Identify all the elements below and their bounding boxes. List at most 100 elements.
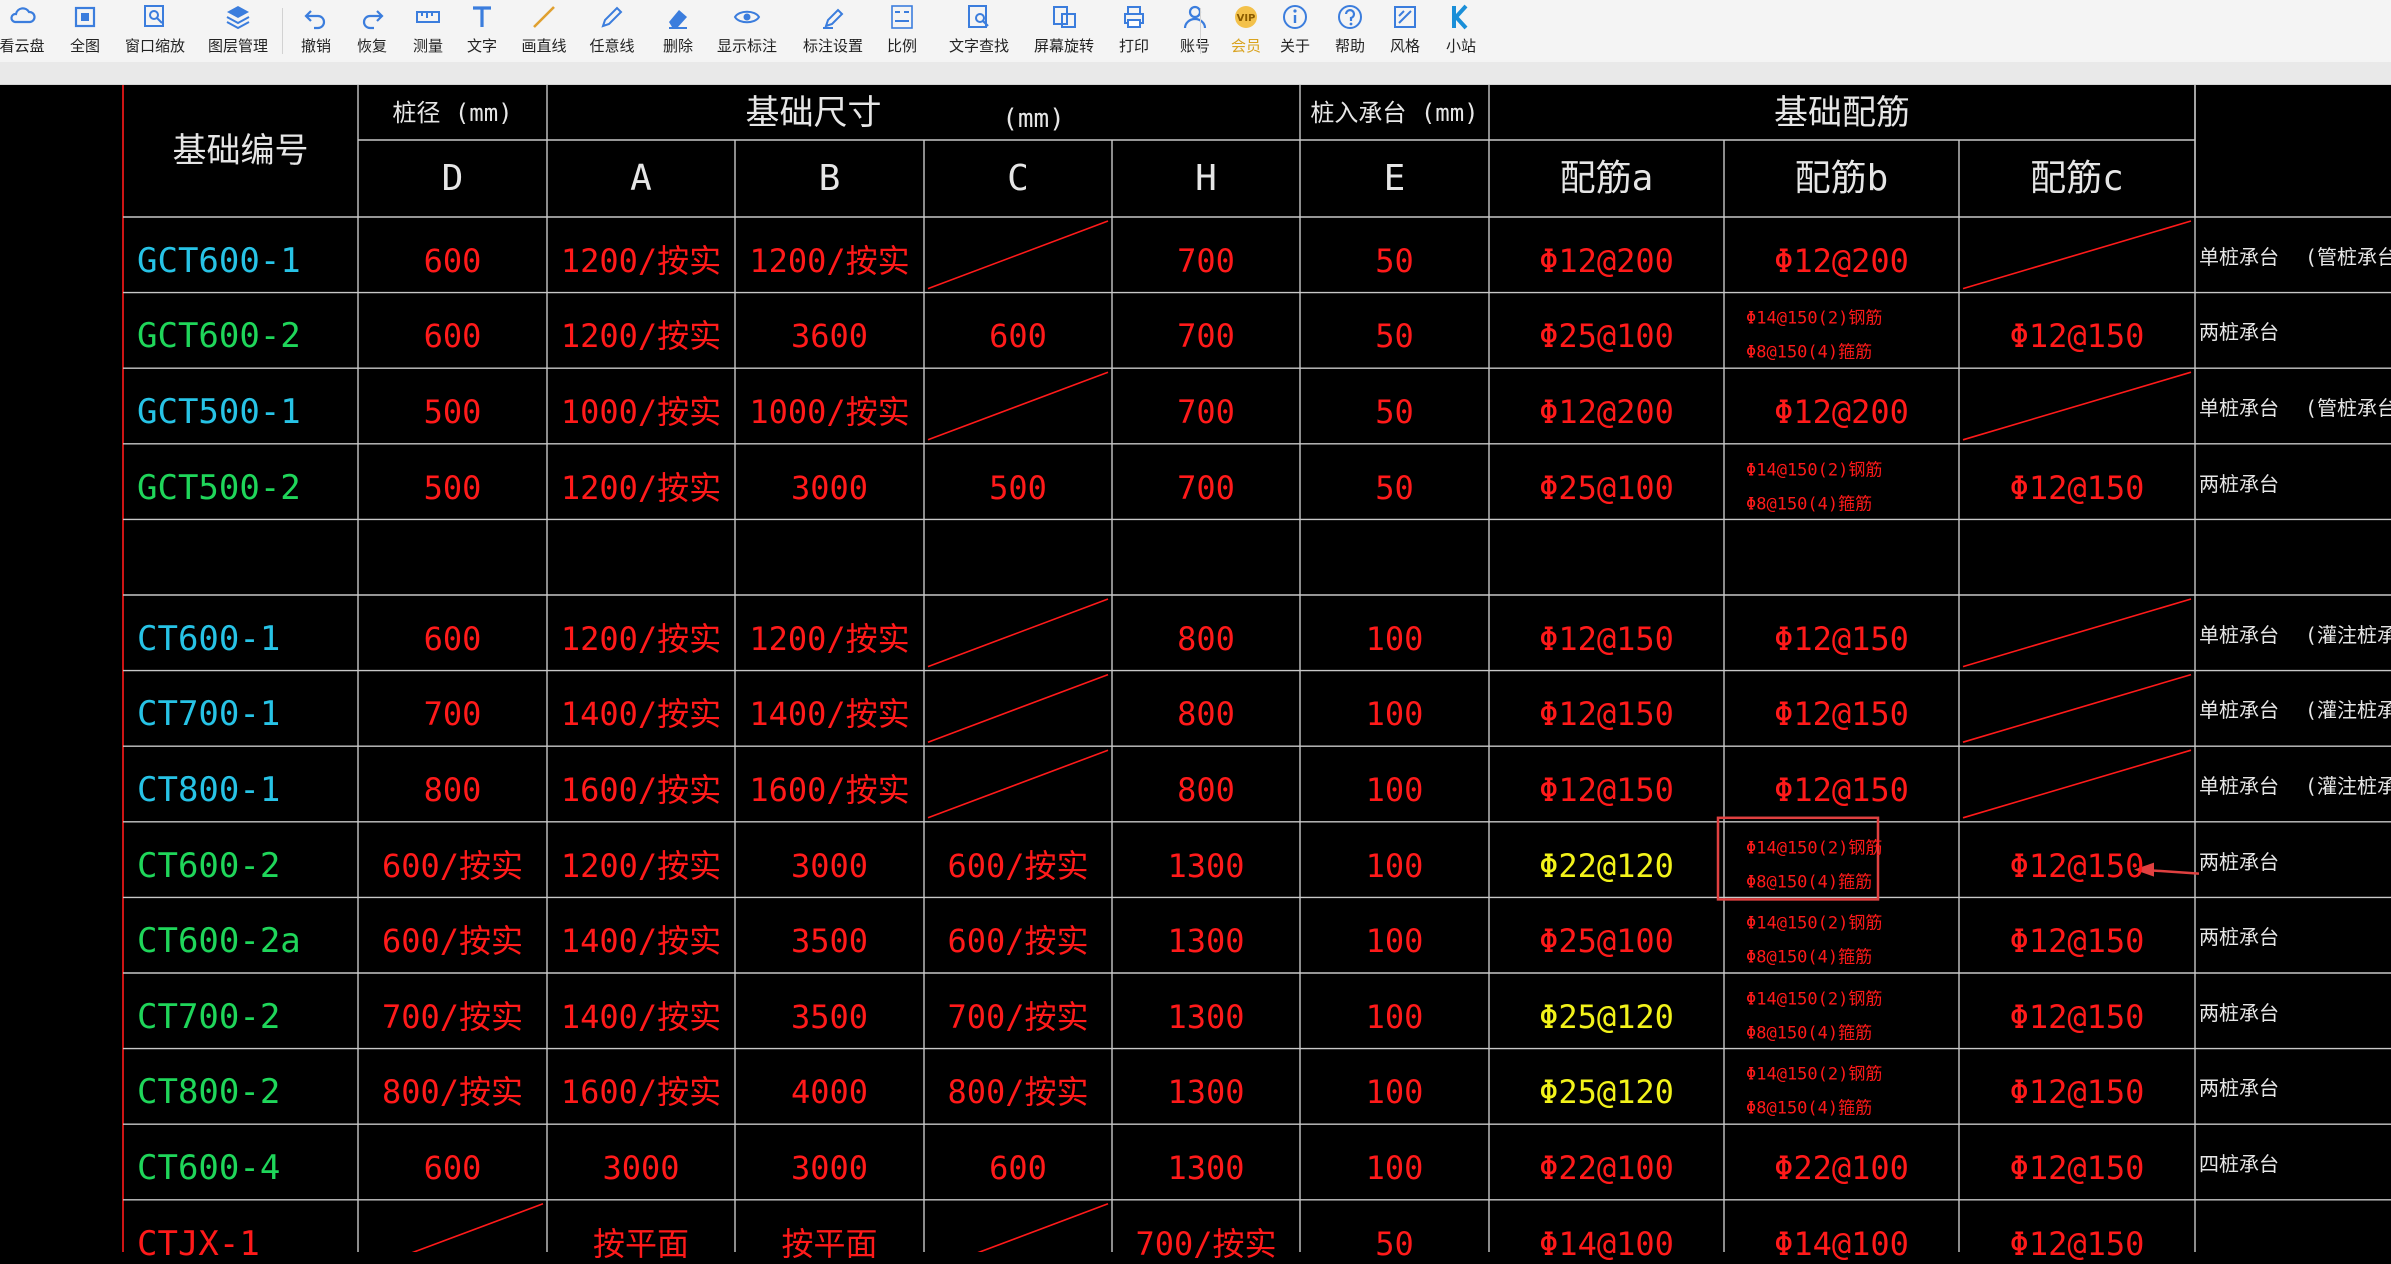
row-rebar-c: Φ12@150 [2009,317,2145,356]
toolbar-label: 窗口缩放 [124,37,185,55]
toolbar-button-fit-all[interactable]: 全图 [45,2,125,58]
row-cell-E: 100 [1365,619,1424,658]
toolbar-label: 关于 [1279,37,1310,55]
row-cell-E: 50 [1375,241,1414,280]
empty-cell-slash [1962,749,2192,819]
row-cell-A: 1200/按实 [560,468,722,507]
row-rebar-b-line1: Φ14@150(2)钢筋 [1746,460,1883,481]
row-rebar-a: Φ22@120 [1539,846,1674,885]
toolbar-button-window-zoom[interactable]: 窗口缩放 [115,2,195,58]
row-rebar-b-line2: Φ8@150(4)箍筋 [1746,494,1873,515]
row-rebar-c: Φ12@150 [2009,1224,2145,1263]
toolbar-label: 小站 [1445,37,1476,55]
row-cell-B: 4000 [790,1073,869,1112]
toolbar-button-annotation-settings[interactable]: 标注设置 [793,2,873,58]
row-cell-D: 600 [423,619,482,658]
row-id: CT600-2 [137,845,281,886]
header-pile-diameter: 桩径 (mm) [392,98,513,127]
row-rebar-c: Φ12@150 [2009,1149,2145,1187]
row-cell-A: 1400/按实 [560,997,722,1036]
toolbar: 看云盘 全图 窗口缩放 图层管理 撤销 恢复 测量 文字 画直线 任意线 删除 显示标注 标注设置 比例 文… [0,0,2391,62]
row-note: 两桩承台 [2199,1076,2279,1101]
row-id: CT700-1 [137,694,281,735]
toolbar-label: 撤销 [300,37,331,55]
row-cell-C: 800/按实 [947,1073,1089,1112]
toolbar-button-rotate-screen[interactable]: 屏幕旋转 [1024,2,1104,58]
row-cell-H: 700/按实 [1135,1224,1277,1263]
row-note: 单桩承台 [2199,622,2279,647]
header-pile-embed: 桩入承台 (mm) [1310,98,1479,127]
svg-text:VIP: VIP [1237,13,1256,24]
row-cell-A: 1400/按实 [560,922,722,961]
header-col-2: B [818,157,841,199]
row-note: 两桩承台 [2199,925,2279,950]
row-rebar-b: Φ12@150 [1774,619,1909,658]
empty-cell-slash [927,220,1109,290]
row-rebar-a: Φ25@100 [1539,922,1674,961]
row-note: 两桩承台 [2199,849,2279,874]
redo-icon [357,2,387,32]
row-rebar-b-line2: Φ8@150(4)箍筋 [1746,1098,1873,1119]
toolbar-label: 标注设置 [802,37,863,55]
row-cell-A: 按平面 [592,1224,690,1263]
row-rebar-a: Φ12@150 [1539,771,1674,809]
row-rebar-c: Φ12@150 [2009,997,2145,1036]
row-cell-A: 1600/按实 [560,771,722,809]
row-cell-H: 800 [1177,619,1235,658]
toolbar-button-layers[interactable]: 图层管理 [198,2,278,58]
toolbar-subbar [0,62,2391,85]
row-rebar-c: Φ12@150 [2009,922,2145,961]
header-col-0: D [441,157,464,199]
text-search-icon [964,2,994,32]
row-cell-D: 600 [423,241,482,280]
row-rebar-b-line2: Φ8@150(4)箍筋 [1746,342,1873,363]
toolbar-button-eye[interactable]: 显示标注 [707,2,787,58]
row-rebar-b-line1: Φ14@150(2)钢筋 [1746,838,1883,859]
help-icon [1335,2,1365,32]
toolbar-button-eraser[interactable]: 删除 [638,2,718,58]
row-cell-E: 50 [1375,1224,1414,1263]
toolbar-label: 文字查找 [948,37,1009,55]
row-note: 单桩承台 [2199,244,2279,269]
toolbar-label: 屏幕旋转 [1033,37,1094,55]
row-rebar-a: Φ22@100 [1539,1149,1674,1187]
toolbar-label: 风格 [1389,37,1420,55]
row-rebar-b: Φ12@200 [1774,393,1909,431]
row-cell-B: 3000 [790,846,869,885]
row-cell-A: 1200/按实 [560,317,722,356]
toolbar-label: 删除 [662,37,693,55]
row-cell-D: 600/按实 [381,922,524,961]
row-rebar-b: Φ14@100 [1774,1224,1909,1263]
row-rebar-a: Φ14@100 [1539,1224,1674,1263]
row-rebar-c: Φ12@150 [2009,846,2145,885]
row-cell-A: 1400/按实 [560,695,722,734]
row-cell-B: 1000/按实 [749,393,910,431]
row-rebar-b-line2: Φ8@150(4)箍筋 [1746,1023,1873,1044]
row-cell-A: 1000/按实 [560,393,722,431]
empty-cell-slash [1962,598,2192,668]
row-note: 四桩承台 [2199,1152,2279,1176]
empty-cell-slash [1962,371,2192,441]
fit-all-icon [70,2,100,32]
row-cell-B: 3000 [790,1149,869,1187]
row-cell-B: 1200/按实 [749,619,910,658]
toolbar-label: 显示标注 [716,37,777,55]
row-cell-E: 100 [1365,1149,1424,1187]
toolbar-button-station-k[interactable]: 小站 [1421,2,1501,58]
row-cell-B: 1600/按实 [749,771,910,809]
toolbar-button-scale[interactable]: 比例 [862,2,942,58]
header-foundation-size: 基础尺寸 [745,92,882,133]
row-rebar-a: Φ25@120 [1539,997,1674,1036]
toolbar-label: 比例 [886,37,917,55]
row-note-2: (灌注桩承台) [2305,774,2391,798]
header-size-unit: (mm) [1002,103,1065,134]
station-k-icon [1446,2,1476,32]
row-cell-A: 1200/按实 [560,241,722,280]
toolbar-button-text-search[interactable]: 文字查找 [939,2,1019,58]
annotation-settings-icon [818,2,848,32]
cloud-icon [7,2,37,32]
row-rebar-b-line1: Φ14@150(2)钢筋 [1746,308,1883,329]
row-cell-B: 3600 [790,317,869,356]
row-rebar-b-line1: Φ14@150(2)钢筋 [1746,989,1883,1010]
row-cell-C: 600/按实 [947,922,1089,961]
